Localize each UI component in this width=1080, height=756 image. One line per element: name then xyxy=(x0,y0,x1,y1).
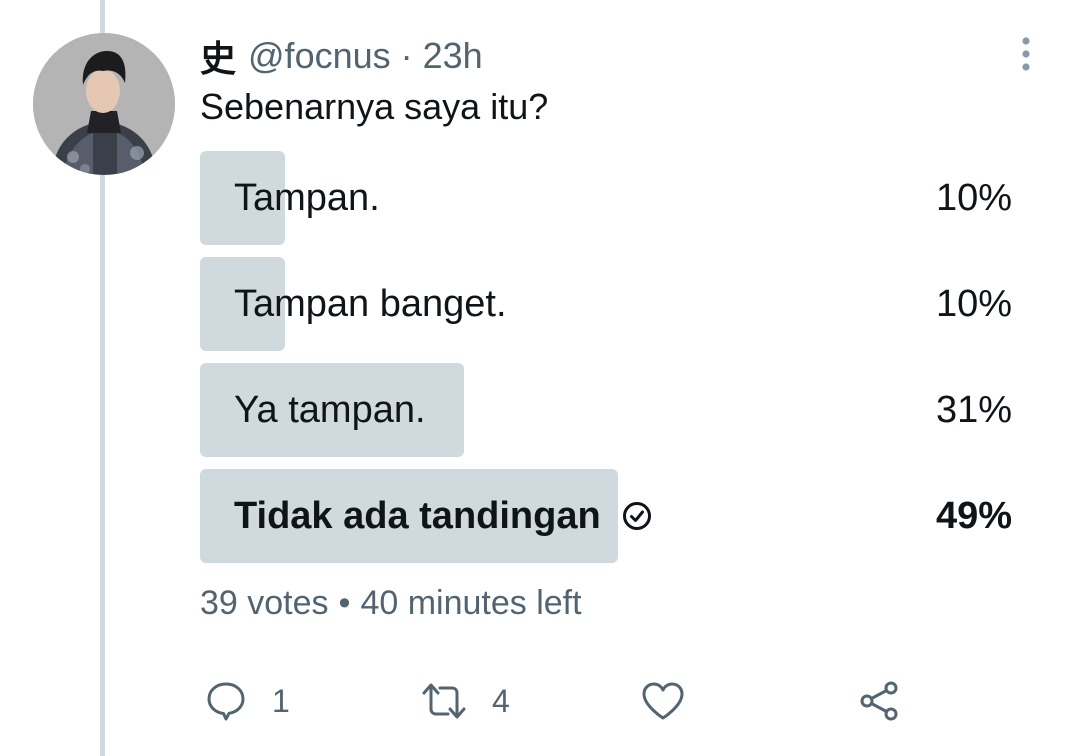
poll-option-label: Tampan. xyxy=(234,177,380,219)
poll-option[interactable]: Tampan banget. 10% xyxy=(200,257,1012,351)
tweet-timestamp[interactable]: 23h xyxy=(423,35,483,77)
poll-option-label: Tampan banget. xyxy=(234,283,507,325)
reply-icon xyxy=(207,682,245,721)
more-options-button[interactable] xyxy=(1008,34,1044,74)
retweet-icon xyxy=(422,683,466,719)
header-separator: · xyxy=(400,35,413,76)
poll-option-label: Tidak ada tandingan xyxy=(234,495,601,537)
poll-option[interactable]: Tampan. 10% xyxy=(200,151,1012,245)
poll-meta-separator: • xyxy=(338,584,351,622)
tweet-text: Sebenarnya saya itu? xyxy=(200,86,549,127)
reply-button[interactable]: 1 xyxy=(204,676,290,726)
poll-option-winner[interactable]: Tidak ada tandingan 49% xyxy=(200,469,1012,563)
tweet-actions: 1 4 xyxy=(200,676,960,726)
reply-count: 1 xyxy=(272,682,290,719)
poll-option-percent: 31% xyxy=(935,389,1012,431)
like-icon xyxy=(642,682,684,720)
poll-option-percent: 10% xyxy=(935,177,1012,219)
poll-option-label-winner: Tidak ada tandingan xyxy=(234,469,653,563)
avatar[interactable] xyxy=(33,33,175,175)
poll-time-left: 40 minutes left xyxy=(360,584,582,622)
retweet-count: 4 xyxy=(492,682,510,719)
poll-votes: 39 votes xyxy=(200,584,329,622)
share-icon xyxy=(860,681,898,721)
poll-option-percent: 49% xyxy=(935,495,1012,537)
more-vertical-icon xyxy=(1022,37,1030,71)
like-button[interactable] xyxy=(640,676,710,726)
poll-option-label: Ya tampan. xyxy=(234,389,426,431)
display-name[interactable]: 史 xyxy=(200,30,236,82)
tweet-header: 史 @focnus · 23h xyxy=(200,32,483,80)
retweet-button[interactable]: 4 xyxy=(420,676,510,726)
poll-option-percent: 10% xyxy=(935,283,1012,325)
user-handle[interactable]: @focnus xyxy=(248,35,391,77)
check-circle-icon xyxy=(622,502,651,530)
poll-meta: 39 votes • 40 minutes left xyxy=(200,584,582,623)
poll-option[interactable]: Ya tampan. 31% xyxy=(200,363,1012,457)
share-button[interactable] xyxy=(858,676,926,726)
